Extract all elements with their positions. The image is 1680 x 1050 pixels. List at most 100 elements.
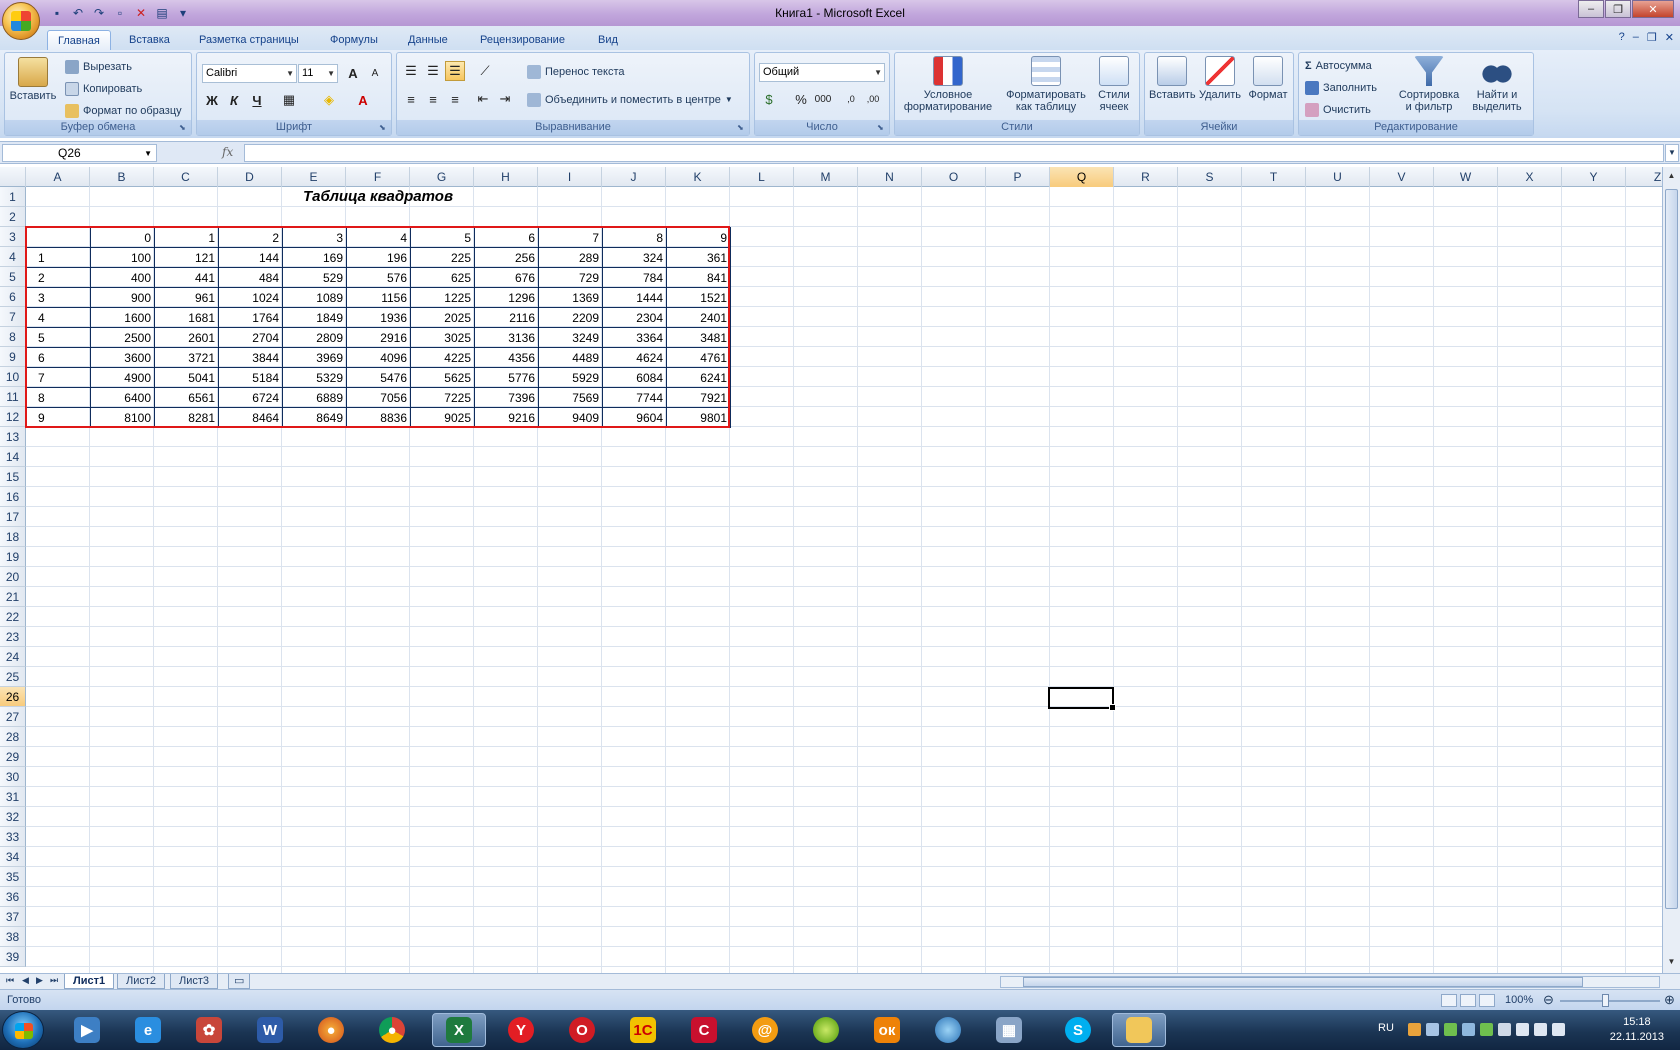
tab-review[interactable]: Рецензирование (470, 30, 575, 50)
tray-battery-icon[interactable] (1462, 1023, 1475, 1036)
table-cell[interactable]: 5184 (218, 367, 283, 388)
row-label-cell[interactable]: 8 (26, 387, 91, 408)
row-header[interactable]: 27 (0, 707, 26, 727)
table-header-cell[interactable]: 6 (474, 227, 539, 248)
table-cell[interactable]: 729 (538, 267, 603, 288)
row-header[interactable]: 36 (0, 887, 26, 907)
taskbar-app[interactable]: ✿ (182, 1013, 236, 1047)
horizontal-scroll-thumb[interactable] (1023, 977, 1583, 987)
dialog-launcher-icon[interactable]: ⬊ (179, 123, 189, 133)
dialog-launcher-icon[interactable]: ⬊ (737, 123, 747, 133)
taskbar-mail[interactable]: @ (738, 1013, 792, 1047)
doc-restore-icon[interactable]: ❐ (1647, 31, 1657, 44)
borders-icon[interactable]: ▦ (279, 90, 299, 110)
row-header[interactable]: 26 (0, 687, 26, 707)
table-cell[interactable]: 7396 (474, 387, 539, 408)
table-cell[interactable]: 1600 (90, 307, 155, 328)
column-header-s[interactable]: S (1178, 167, 1242, 187)
percent-button[interactable]: % (791, 89, 811, 109)
row-header[interactable]: 18 (0, 527, 26, 547)
minimize-icon[interactable]: – (1578, 0, 1604, 18)
table-header-cell[interactable]: 4 (346, 227, 411, 248)
maximize-icon[interactable]: ❐ (1605, 0, 1631, 18)
column-header-y[interactable]: Y (1562, 167, 1626, 187)
table-header-cell[interactable]: 3 (282, 227, 347, 248)
office-button[interactable] (2, 2, 40, 40)
row-header[interactable]: 29 (0, 747, 26, 767)
autosum-button[interactable]: Σ Автосумма (1305, 57, 1372, 75)
row-header[interactable]: 14 (0, 447, 26, 467)
table-cell[interactable]: 6561 (154, 387, 219, 408)
column-header-r[interactable]: R (1114, 167, 1178, 187)
column-header-o[interactable]: O (922, 167, 986, 187)
dialog-launcher-icon[interactable]: ⬊ (877, 123, 887, 133)
row-label-cell[interactable]: 5 (26, 327, 91, 348)
table-header-cell[interactable] (26, 227, 91, 248)
table-header-cell[interactable]: 5 (410, 227, 475, 248)
table-cell[interactable]: 8836 (346, 407, 411, 428)
row-label-cell[interactable]: 3 (26, 287, 91, 308)
normal-view-icon[interactable] (1441, 994, 1457, 1007)
cells-area[interactable]: Таблица квадратов 0 1 2 3 4 5 6 7 8 9 1 100 121 144 16… (25, 187, 1662, 973)
insert-sheet-icon[interactable]: ▭ (228, 974, 251, 989)
column-header-m[interactable]: M (794, 167, 858, 187)
table-cell[interactable]: 1849 (282, 307, 347, 328)
table-cell[interactable]: 9025 (410, 407, 475, 428)
taskbar-app-red[interactable]: C (677, 1013, 731, 1047)
table-cell[interactable]: 529 (282, 267, 347, 288)
cut-button[interactable]: Вырезать (65, 58, 132, 76)
taskbar-yandex[interactable]: Y (494, 1013, 548, 1047)
paste-button[interactable]: Вставить (8, 57, 58, 102)
table-cell[interactable]: 4356 (474, 347, 539, 368)
row-header[interactable]: 33 (0, 827, 26, 847)
delete-cells-button[interactable]: Удалить (1197, 56, 1243, 101)
table-cell[interactable]: 576 (346, 267, 411, 288)
table-cell[interactable]: 3364 (602, 327, 667, 348)
align-top-icon[interactable]: ☰ (401, 61, 421, 81)
table-cell[interactable]: 841 (666, 267, 731, 288)
align-right-icon[interactable]: ≡ (445, 89, 465, 109)
table-cell[interactable]: 2304 (602, 307, 667, 328)
row-header[interactable]: 25 (0, 667, 26, 687)
table-cell[interactable]: 144 (218, 247, 283, 268)
row-header[interactable]: 32 (0, 807, 26, 827)
taskbar-word[interactable]: W (243, 1013, 297, 1047)
row-header[interactable]: 20 (0, 567, 26, 587)
table-cell[interactable]: 5625 (410, 367, 475, 388)
increase-decimal-button[interactable]: ,0 (841, 89, 861, 109)
row-header[interactable]: 23 (0, 627, 26, 647)
table-cell[interactable]: 6241 (666, 367, 731, 388)
row-header[interactable]: 7 (0, 307, 26, 327)
zoom-slider-knob[interactable] (1602, 994, 1609, 1007)
table-cell[interactable]: 5776 (474, 367, 539, 388)
tray-flag-icon[interactable] (1498, 1023, 1511, 1036)
tab-insert[interactable]: Вставка (119, 30, 180, 50)
row-header[interactable]: 22 (0, 607, 26, 627)
table-cell[interactable]: 1521 (666, 287, 731, 308)
tray-update-icon[interactable] (1480, 1023, 1493, 1036)
row-header[interactable]: 17 (0, 507, 26, 527)
column-header-q[interactable]: Q (1050, 167, 1114, 187)
next-sheet-icon[interactable]: ▶ (36, 975, 43, 986)
number-format-select[interactable]: Общий ▼ (759, 63, 885, 82)
row-header[interactable]: 11 (0, 387, 26, 407)
column-header-w[interactable]: W (1434, 167, 1498, 187)
table-cell[interactable]: 1089 (282, 287, 347, 308)
table-cell[interactable]: 5041 (154, 367, 219, 388)
row-label-cell[interactable]: 1 (26, 247, 91, 268)
sheet-tab-1[interactable]: Лист1 (64, 974, 115, 989)
format-cells-button[interactable]: Формат (1245, 56, 1291, 101)
table-cell[interactable]: 4900 (90, 367, 155, 388)
table-cell[interactable]: 9604 (602, 407, 667, 428)
table-cell[interactable]: 8649 (282, 407, 347, 428)
table-cell[interactable]: 3025 (410, 327, 475, 348)
table-cell[interactable]: 3844 (218, 347, 283, 368)
table-cell[interactable]: 100 (90, 247, 155, 268)
align-middle-icon[interactable]: ☰ (423, 61, 443, 81)
taskbar-media-player[interactable]: ▶ (60, 1013, 114, 1047)
table-cell[interactable]: 7921 (666, 387, 731, 408)
column-header-h[interactable]: H (474, 167, 538, 187)
tab-data[interactable]: Данные (398, 30, 458, 50)
column-header-g[interactable]: G (410, 167, 474, 187)
zoom-out-icon[interactable]: ⊖ (1543, 992, 1554, 1008)
